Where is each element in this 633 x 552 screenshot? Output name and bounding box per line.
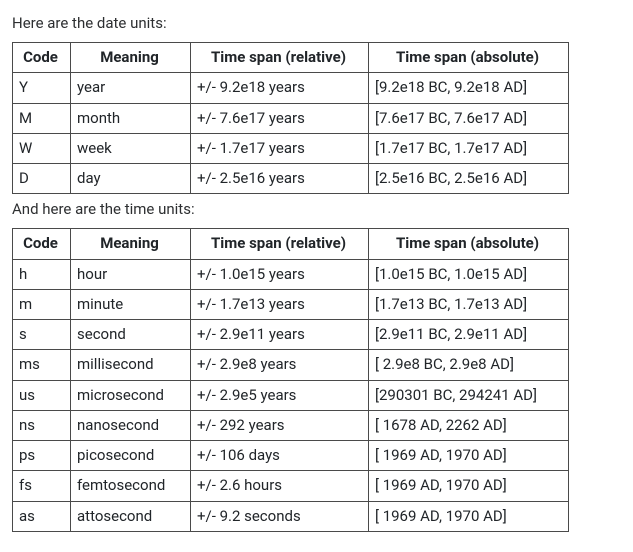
cell-meaning: minute [71,289,191,319]
cell-rel: +/- 2.9e5 years [191,380,369,410]
table-row: m minute +/- 1.7e13 years [1.7e13 BC, 1.… [13,289,569,319]
cell-abs: [1.7e13 BC, 1.7e13 AD] [369,289,569,319]
col-header-rel: Time span (relative) [191,43,369,73]
col-header-abs: Time span (absolute) [369,43,569,73]
cell-code: s [13,320,71,350]
cell-rel: +/- 2.5e16 years [191,164,369,194]
document-root: Here are the date units: Code Meaning Ti… [0,0,633,552]
table-row: s second +/- 2.9e11 years [2.9e11 BC, 2.… [13,320,569,350]
cell-meaning: microsecond [71,380,191,410]
table-row: D day +/- 2.5e16 years [2.5e16 BC, 2.5e1… [13,164,569,194]
cell-meaning: week [71,133,191,163]
cell-rel: +/- 1.0e15 years [191,259,369,289]
cell-meaning: hour [71,259,191,289]
table-row: ps picosecond +/- 106 days [ 1969 AD, 19… [13,441,569,471]
cell-code: h [13,259,71,289]
cell-code: fs [13,471,71,501]
cell-abs: [1.7e17 BC, 1.7e17 AD] [369,133,569,163]
cell-meaning: millisecond [71,350,191,380]
col-header-meaning: Meaning [71,43,191,73]
cell-abs: [1.0e15 BC, 1.0e15 AD] [369,259,569,289]
cell-abs: [2.9e11 BC, 2.9e11 AD] [369,320,569,350]
cell-rel: +/- 7.6e17 years [191,103,369,133]
cell-code: Y [13,73,71,103]
cell-abs: [7.6e17 BC, 7.6e17 AD] [369,103,569,133]
cell-rel: +/- 106 days [191,441,369,471]
cell-meaning: femtosecond [71,471,191,501]
col-header-abs: Time span (absolute) [369,229,569,259]
date-units-table: Code Meaning Time span (relative) Time s… [12,42,569,194]
cell-code: ms [13,350,71,380]
cell-code: D [13,164,71,194]
cell-meaning: month [71,103,191,133]
cell-rel: +/- 1.7e13 years [191,289,369,319]
table-row: fs femtosecond +/- 2.6 hours [ 1969 AD, … [13,471,569,501]
cell-abs: [290301 BC, 294241 AD] [369,380,569,410]
cell-meaning: nanosecond [71,410,191,440]
table-row: W week +/- 1.7e17 years [1.7e17 BC, 1.7e… [13,133,569,163]
cell-meaning: attosecond [71,501,191,531]
cell-code: as [13,501,71,531]
cell-abs: [2.5e16 BC, 2.5e16 AD] [369,164,569,194]
col-header-code: Code [13,229,71,259]
table-header-row: Code Meaning Time span (relative) Time s… [13,43,569,73]
cell-rel: +/- 2.6 hours [191,471,369,501]
cell-abs: [ 1969 AD, 1970 AD] [369,501,569,531]
cell-code: us [13,380,71,410]
table-row: ms millisecond +/- 2.9e8 years [ 2.9e8 B… [13,350,569,380]
date-units-intro: Here are the date units: [12,14,623,32]
table-row: as attosecond +/- 9.2 seconds [ 1969 AD,… [13,501,569,531]
table-header-row: Code Meaning Time span (relative) Time s… [13,229,569,259]
cell-abs: [9.2e18 BC, 9.2e18 AD] [369,73,569,103]
time-units-table: Code Meaning Time span (relative) Time s… [12,228,569,532]
table-row: h hour +/- 1.0e15 years [1.0e15 BC, 1.0e… [13,259,569,289]
cell-rel: +/- 292 years [191,410,369,440]
cell-code: m [13,289,71,319]
col-header-code: Code [13,43,71,73]
cell-meaning: year [71,73,191,103]
cell-code: ns [13,410,71,440]
table-row: ns nanosecond +/- 292 years [ 1678 AD, 2… [13,410,569,440]
cell-meaning: picosecond [71,441,191,471]
table-row: Y year +/- 9.2e18 years [9.2e18 BC, 9.2e… [13,73,569,103]
cell-abs: [ 1969 AD, 1970 AD] [369,441,569,471]
table-row: M month +/- 7.6e17 years [7.6e17 BC, 7.6… [13,103,569,133]
cell-code: W [13,133,71,163]
cell-code: M [13,103,71,133]
cell-rel: +/- 9.2e18 years [191,73,369,103]
cell-rel: +/- 9.2 seconds [191,501,369,531]
cell-abs: [ 1969 AD, 1970 AD] [369,471,569,501]
table-row: us microsecond +/- 2.9e5 years [290301 B… [13,380,569,410]
cell-abs: [ 2.9e8 BC, 2.9e8 AD] [369,350,569,380]
col-header-meaning: Meaning [71,229,191,259]
cell-meaning: day [71,164,191,194]
time-units-intro: And here are the time units: [12,200,623,218]
cell-abs: [ 1678 AD, 2262 AD] [369,410,569,440]
cell-code: ps [13,441,71,471]
col-header-rel: Time span (relative) [191,229,369,259]
cell-meaning: second [71,320,191,350]
cell-rel: +/- 2.9e11 years [191,320,369,350]
cell-rel: +/- 2.9e8 years [191,350,369,380]
cell-rel: +/- 1.7e17 years [191,133,369,163]
